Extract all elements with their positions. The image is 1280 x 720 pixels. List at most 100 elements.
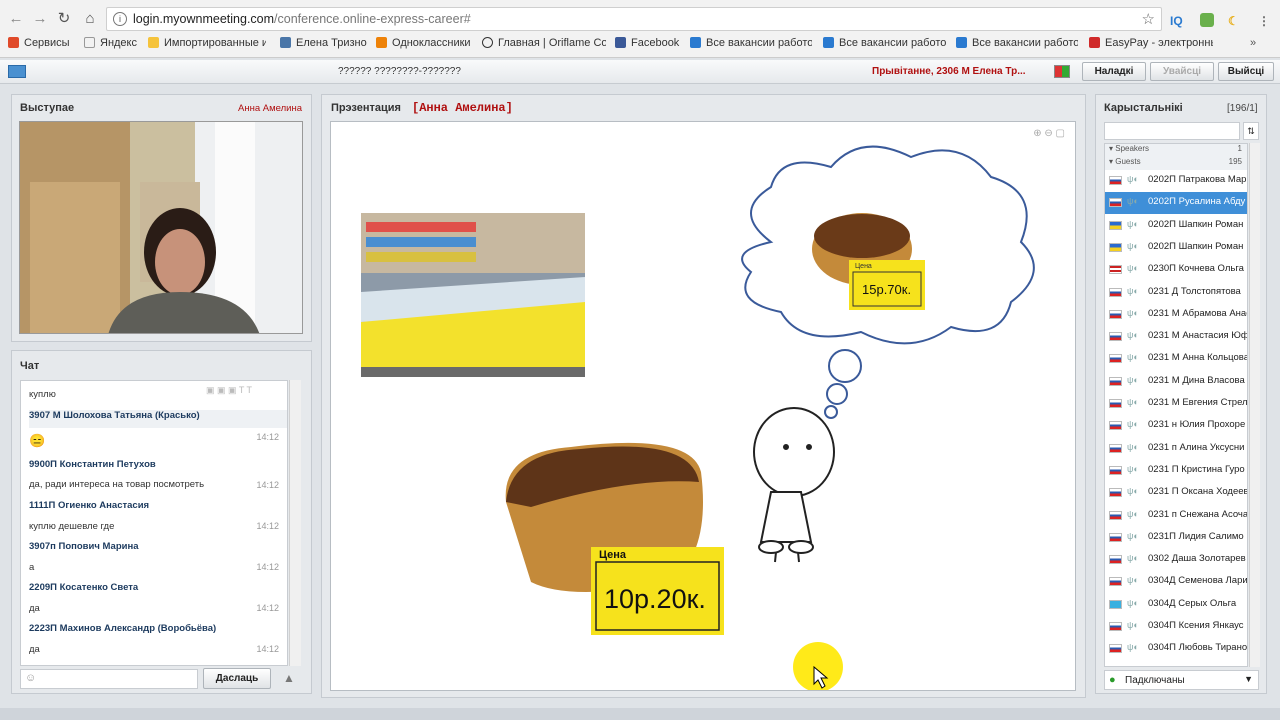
bookmark-item[interactable]: Все вакансии работо: [956, 37, 1078, 53]
user-name: 0231 п Снежана Асоча: [1148, 508, 1248, 520]
users-title: Карыстальнікі: [1104, 102, 1183, 114]
chat-scrollbar[interactable]: [289, 380, 301, 666]
user-row[interactable]: ψ◐ 0202П Шапкин Роман: [1105, 237, 1247, 259]
home-icon[interactable]: ⌂: [80, 9, 100, 29]
more-bookmarks-icon[interactable]: »: [1250, 37, 1264, 53]
flag-icon[interactable]: [1054, 65, 1070, 78]
group-guests[interactable]: ▾ Guests 195: [1105, 157, 1247, 170]
address-bar[interactable]: i login.myownmeeting.com/conference.onli…: [106, 7, 1162, 31]
facebook-icon: [615, 37, 626, 48]
apps-icon: [8, 37, 19, 48]
chat-author: 3907п Попович Марина: [29, 541, 139, 552]
flag-icon: [1109, 332, 1122, 342]
user-row[interactable]: ψ◐ 0304Д Серых Ольга: [1105, 594, 1247, 616]
user-row[interactable]: ψ◐ 0302 Даша Золотарев: [1105, 549, 1247, 571]
user-status-icon: ●: [1109, 674, 1116, 686]
small-price-label: Цена: [855, 263, 872, 270]
bookmarks-bar: Сервисы Яндекс Импортированные и Елена Т…: [0, 37, 1270, 55]
user-name: 0231П Лидия Салимо: [1148, 530, 1244, 542]
bookmark-item[interactable]: Импортированные и: [148, 37, 266, 53]
user-row[interactable]: ψ◐ 0231 М Евгения Стрел: [1105, 393, 1247, 415]
chat-emoji: 😑: [29, 433, 46, 448]
extension-icon[interactable]: [1200, 13, 1214, 27]
user-row[interactable]: ψ◐ 0304П Любовь Тирано: [1105, 638, 1247, 660]
user-row[interactable]: ψ◐ 0231 М Дина Власова: [1105, 371, 1247, 393]
thinking-boy: [753, 407, 835, 563]
flag-icon: [1109, 488, 1122, 498]
chat-time: 14:12: [256, 562, 279, 572]
user-list: ▾ Speakers 1 ▾ Guests 195 ψ◐ 0202П Патраков…: [1104, 143, 1248, 667]
exit-button[interactable]: Выйсці: [1218, 62, 1274, 81]
flag-icon: [1109, 599, 1122, 609]
user-row[interactable]: ψ◐ 0202П Русалина Абду: [1105, 192, 1247, 215]
folder-icon: [956, 37, 967, 48]
mic-icon: ψ◐: [1127, 530, 1139, 541]
folder-icon: [823, 37, 834, 48]
user-row[interactable]: ψ◐ 0202П Шапкин Роман: [1105, 215, 1247, 237]
forward-icon[interactable]: →: [30, 9, 50, 29]
chat-input[interactable]: ☺: [20, 669, 198, 689]
smiley-icon[interactable]: ☺: [25, 672, 36, 684]
mic-icon: ψ◐: [1127, 374, 1139, 385]
user-row[interactable]: ψ◐ 0231П Лидия Салимо: [1105, 527, 1247, 549]
bookmark-item[interactable]: Сервисы: [8, 37, 78, 53]
url-text: login.myownmeeting.com/conference.online…: [133, 12, 471, 26]
user-list-scrollbar[interactable]: [1249, 143, 1260, 667]
info-icon[interactable]: i: [113, 12, 127, 26]
mic-icon: ψ◐: [1127, 174, 1139, 184]
user-row[interactable]: ψ◐ 0231 П Кристина Гуро: [1105, 460, 1247, 482]
reload-icon[interactable]: ↻: [54, 9, 74, 29]
user-name: 0231 М Дина Власова: [1148, 374, 1245, 386]
user-row[interactable]: ψ◐ 0231 М Абрамова Анас: [1105, 304, 1247, 326]
back-icon[interactable]: ←: [6, 9, 26, 29]
user-row[interactable]: ψ◐ 0202П Патракова Мар: [1105, 170, 1247, 192]
easypay-icon: [1089, 37, 1100, 48]
user-row[interactable]: ψ◐ 0304Д Семенова Лари: [1105, 571, 1247, 593]
bookmark-item[interactable]: Главная | Oriflame Co: [482, 37, 606, 53]
user-name: 0230П Кочнева Ольга: [1148, 263, 1244, 275]
user-row[interactable]: ψ◐ 0231 п Алина Уксусни: [1105, 438, 1247, 460]
login-button[interactable]: Увайсці: [1150, 62, 1214, 81]
user-row[interactable]: ψ◐ 0231 М Анна Кольцова: [1105, 348, 1247, 370]
bookmark-item[interactable]: Все вакансии работо: [823, 37, 947, 53]
ok-icon: [376, 37, 387, 48]
bookmark-item[interactable]: Елена Тризно: [280, 37, 370, 53]
sort-icon[interactable]: ⇅: [1243, 122, 1259, 140]
user-name: 0202П Русалина Абду: [1148, 196, 1246, 208]
bookmark-item[interactable]: Facebook: [615, 37, 685, 53]
user-row[interactable]: ψ◐ 0231 М Анастасия Юф: [1105, 326, 1248, 348]
flag-icon: [1109, 354, 1122, 364]
zoom-controls[interactable]: ⊕ ⊖ ▢: [1033, 128, 1065, 139]
speaker-name: Анна Амелина: [238, 103, 302, 114]
user-row[interactable]: ψ◐ 0304П Ксения Янкаус: [1105, 616, 1247, 638]
user-row[interactable]: ψ◐ 0231 н Юлия Прохоре: [1105, 415, 1247, 437]
status-dropdown[interactable]: ● Падключаны ▼: [1104, 670, 1259, 690]
user-name: 0231 М Анастасия Юф: [1148, 330, 1248, 342]
user-row[interactable]: ψ◐ 0230П Кочнева Ольга: [1105, 259, 1247, 281]
menu-icon[interactable]: ⋮: [1258, 14, 1270, 28]
mic-icon: ψ◐: [1127, 240, 1139, 251]
iq-extension-icon[interactable]: IQ: [1170, 14, 1183, 28]
moon-extension-icon[interactable]: ☾: [1228, 14, 1239, 28]
bookmark-item[interactable]: Одноклассники: [376, 37, 472, 53]
browser-chrome: ← → ↻ ⌂ i login.myownmeeting.com/confere…: [0, 0, 1280, 58]
user-row[interactable]: ψ◐ 0231 Д Толстопятова: [1105, 282, 1247, 304]
user-row[interactable]: ψ◐ 0231 п Снежана Асоча: [1105, 505, 1248, 527]
vk-icon: [280, 37, 291, 48]
user-row[interactable]: ψ◐ 0231 П Оксана Ходеев: [1105, 482, 1247, 504]
bookmark-star-icon[interactable]: ☆: [1142, 10, 1155, 28]
mic-icon: ψ◐: [1127, 575, 1139, 586]
user-search-input[interactable]: [1104, 122, 1240, 140]
mic-icon: ψ◐: [1127, 352, 1139, 363]
send-button[interactable]: Даслаць: [203, 668, 271, 689]
flag-icon: [1109, 309, 1122, 319]
chat-time: 14:12: [256, 603, 279, 613]
browser-nav-row: ← → ↻ ⌂ i login.myownmeeting.com/confere…: [0, 5, 1280, 33]
bookmark-item[interactable]: Все вакансии работо: [690, 37, 812, 53]
bookmark-item[interactable]: EasyPay - электронны: [1089, 37, 1213, 53]
mic-icon: ψ◐: [1127, 419, 1139, 430]
settings-button[interactable]: Наладкі: [1082, 62, 1146, 81]
group-speakers[interactable]: ▾ Speakers 1: [1105, 144, 1247, 157]
bell-icon[interactable]: ▲: [283, 671, 295, 685]
bookmark-item[interactable]: Яндекс: [84, 37, 144, 53]
